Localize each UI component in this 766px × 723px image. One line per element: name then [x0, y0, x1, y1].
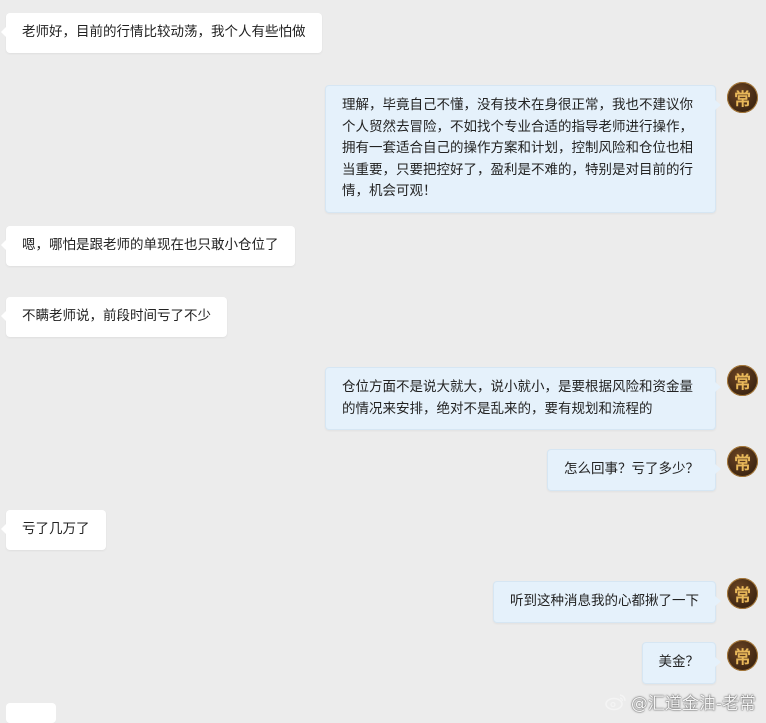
message-text: 理解，毕竟自己不懂，没有技术在身很正常，我也不建议你个人贸然去冒险，不如找个专业… [342, 97, 693, 199]
message-text: 老师好，目前的行情比较动荡，我个人有些怕做 [22, 24, 306, 40]
message-text: 怎么回事？亏了多少？ [564, 461, 699, 477]
avatar-char: 常 [734, 373, 751, 393]
weibo-icon [605, 693, 626, 710]
avatar[interactable]: 常 [727, 640, 758, 671]
message-text: 美金？ [658, 654, 700, 670]
avatar-char: 常 [734, 90, 751, 110]
outgoing-message: 听到这种消息我的心都揪了一下 [493, 581, 721, 623]
message-text: 仓位方面不是说大就大，说小就小，是要根据风险和资金量的情况来安排，绝对不是乱来的… [342, 379, 693, 417]
outgoing-message: 美金？ [641, 642, 721, 684]
avatar-char: 常 [734, 586, 751, 606]
avatar[interactable]: 常 [727, 446, 758, 477]
chat-area[interactable]: 老师好，目前的行情比较动荡，我个人有些怕做 理解，毕竟自己不懂，没有技术在身很正… [0, 0, 766, 723]
incoming-message: 嗯，哪怕是跟老师的单现在也只敢小仓位了 [1, 226, 295, 266]
outgoing-message: 理解，毕竟自己不懂，没有技术在身很正常，我也不建议你个人贸然去冒险，不如找个专业… [325, 85, 721, 213]
outgoing-message: 怎么回事？亏了多少？ [547, 449, 721, 491]
watermark: @汇道金油-老常 [605, 689, 756, 714]
incoming-message-partial [6, 703, 56, 723]
message-text: 不瞒老师说，前段时间亏了不少 [22, 308, 211, 324]
incoming-message: 老师好，目前的行情比较动荡，我个人有些怕做 [1, 13, 322, 53]
message-text: 嗯，哪怕是跟老师的单现在也只敢小仓位了 [22, 237, 279, 253]
avatar-char: 常 [734, 454, 751, 474]
watermark-text: @汇道金油-老常 [630, 694, 756, 714]
avatar-char: 常 [734, 648, 751, 668]
avatar[interactable]: 常 [727, 578, 758, 609]
outgoing-message: 仓位方面不是说大就大，说小就小，是要根据风险和资金量的情况来安排，绝对不是乱来的… [325, 367, 721, 430]
incoming-message: 不瞒老师说，前段时间亏了不少 [1, 297, 227, 337]
incoming-message: 亏了几万了 [1, 510, 106, 550]
avatar[interactable]: 常 [727, 82, 758, 113]
avatar[interactable]: 常 [727, 365, 758, 396]
message-text: 听到这种消息我的心都揪了一下 [510, 593, 699, 609]
message-text: 亏了几万了 [22, 521, 90, 537]
